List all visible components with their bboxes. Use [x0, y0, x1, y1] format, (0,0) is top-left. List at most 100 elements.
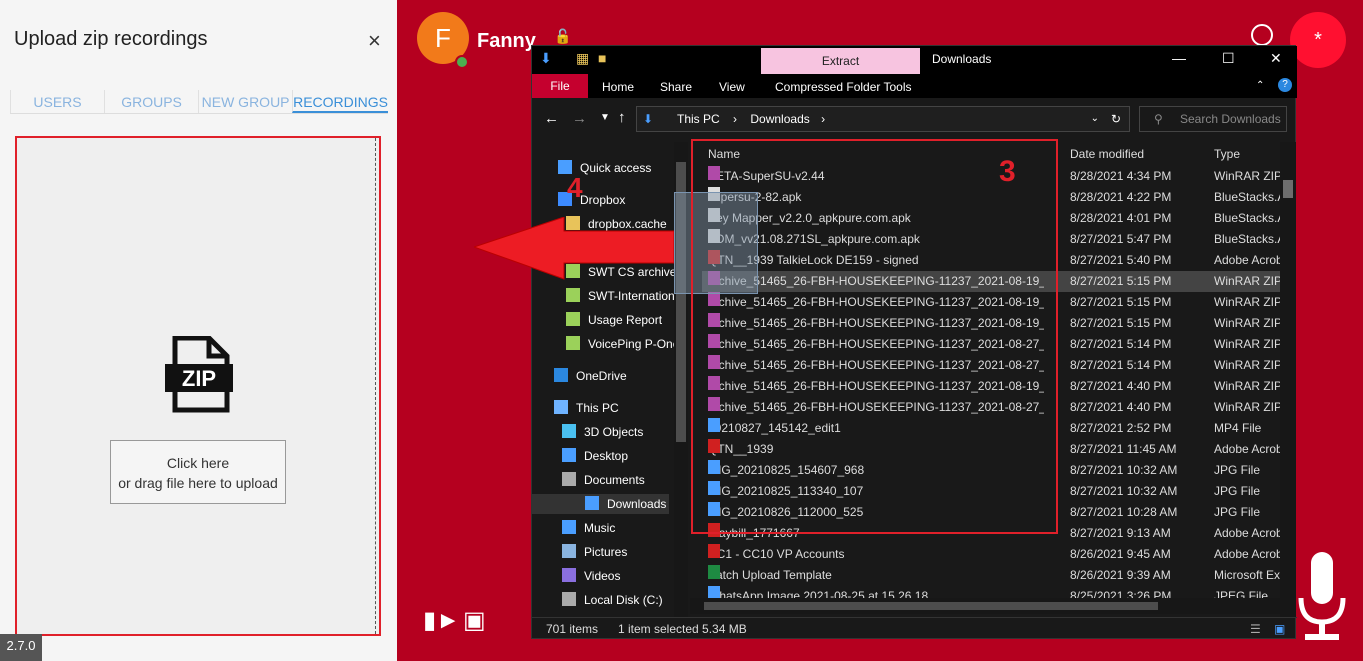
- item-count: 701 items: [546, 622, 599, 636]
- collapse-ribbon-icon[interactable]: ⌃: [1256, 80, 1264, 91]
- close-button[interactable]: ×: [368, 28, 381, 54]
- search-input[interactable]: ⚲ Search Downloads: [1139, 106, 1287, 132]
- help-icon[interactable]: ?: [1278, 78, 1292, 92]
- file-type: Adobe Acrob: [1214, 442, 1280, 456]
- file-type: WinRAR ZIP: [1214, 358, 1280, 372]
- ribbon-view[interactable]: View: [719, 80, 745, 94]
- back-arrow-icon[interactable]: ←: [544, 110, 559, 127]
- horizontal-scrollbar[interactable]: [690, 598, 1280, 614]
- tab-groups[interactable]: GROUPS: [104, 90, 198, 113]
- h-scroll-thumb[interactable]: [704, 602, 1158, 610]
- zip-icon-text: ZIP: [182, 366, 216, 391]
- forward-arrow-icon[interactable]: →: [572, 110, 587, 127]
- crumb-downloads[interactable]: Downloads: [750, 112, 809, 126]
- panel-tabs: USERS GROUPS NEW GROUP RECORDINGS: [10, 90, 388, 114]
- maximize-icon[interactable]: ☐: [1222, 50, 1235, 67]
- nav-item-local-disk-c[interactable]: Local Disk (C:): [562, 590, 674, 610]
- ribbon-compressed-tools[interactable]: Compressed Folder Tools: [775, 80, 912, 94]
- details-view-icon[interactable]: ☰: [1250, 618, 1261, 640]
- ribbon-share[interactable]: Share: [660, 80, 692, 94]
- file-date: 8/28/2021 4:01 PM: [1070, 211, 1172, 225]
- nav-item-icon: [566, 288, 580, 302]
- nav-item-onedrive[interactable]: OneDrive: [554, 366, 666, 386]
- annotation-label-3: 3: [999, 155, 1016, 188]
- nav-item-videos[interactable]: Videos: [562, 566, 674, 586]
- nav-item-this-pc[interactable]: This PC: [554, 398, 666, 418]
- new-folder-icon[interactable]: ■: [598, 50, 606, 66]
- file-scroll-thumb[interactable]: [1283, 180, 1293, 198]
- upload-button[interactable]: Click here or drag file here to upload: [110, 440, 286, 504]
- upload-drop-zone[interactable]: ZIP Click here or drag file here to uplo…: [15, 136, 381, 636]
- nav-item-pictures[interactable]: Pictures: [562, 542, 674, 562]
- nav-item-label: This PC: [576, 401, 619, 415]
- nav-item-label: Documents: [584, 473, 645, 487]
- file-type: MP4 File: [1214, 421, 1262, 435]
- file-type: Adobe Acrob: [1214, 526, 1280, 540]
- minimize-icon[interactable]: —: [1172, 50, 1186, 66]
- tab-users[interactable]: USERS: [10, 90, 104, 113]
- upload-panel: Upload zip recordings × USERS GROUPS NEW…: [0, 0, 397, 661]
- column-type[interactable]: Type: [1214, 147, 1240, 161]
- star-button[interactable]: *: [1290, 12, 1346, 68]
- file-row[interactable]: Batch Upload Template 8/26/2021 9:39 AM Mi…: [690, 565, 1280, 586]
- file-type: Adobe Acrob: [1214, 547, 1280, 561]
- lock-icon[interactable]: 🔓: [554, 28, 571, 45]
- video-camera-icon[interactable]: ▮►: [423, 606, 460, 635]
- nav-item-voiceping-p-one[interactable]: VoicePing P-One: [566, 334, 678, 354]
- address-dropdown-icon[interactable]: ⌄: [1091, 107, 1099, 131]
- address-bar: ← → ▼ ↑ ⬇ This PC › Downloads › ⌄ ↻ ⚲ Se…: [532, 102, 1297, 136]
- quick-access-toolbar-icon[interactable]: ⬇: [540, 50, 552, 67]
- explorer-titlebar: ⬇ ▦ ■ Extract Downloads — ☐ ✕: [532, 46, 1297, 74]
- tab-new-group[interactable]: NEW GROUP: [198, 90, 292, 113]
- file-list-scrollbar[interactable]: [1280, 142, 1296, 618]
- file-type: WinRAR ZIP: [1214, 400, 1280, 414]
- nav-item-label: Downloads: [607, 497, 667, 511]
- user-name: Fanny: [477, 30, 536, 52]
- file-date: 8/25/2021 3:26 PM: [1070, 589, 1172, 598]
- nav-item-label: Usage Report: [588, 313, 663, 327]
- nav-item-music[interactable]: Music: [562, 518, 674, 538]
- nav-item-label: Dropbox: [580, 193, 626, 207]
- nav-item-downloads[interactable]: Downloads: [532, 494, 669, 514]
- nav-item-label: Quick access: [580, 161, 652, 175]
- file-type: WinRAR ZIP: [1214, 316, 1280, 330]
- nav-item-label: SWT-Internation: [588, 289, 675, 303]
- ribbon-home[interactable]: Home: [602, 80, 634, 94]
- file-date: 8/27/2021 10:28 AM: [1070, 505, 1178, 519]
- nav-item-desktop[interactable]: Desktop: [562, 446, 674, 466]
- nav-item-icon: [562, 568, 576, 582]
- microphone-icon[interactable]: [1297, 548, 1347, 644]
- search-placeholder: Search Downloads: [1180, 112, 1281, 126]
- file-row[interactable]: WhatsApp Image 2021-08-25 at 15.26.18 8/2…: [690, 586, 1280, 598]
- breadcrumb[interactable]: ⬇ This PC › Downloads › ⌄ ↻: [636, 106, 1130, 132]
- nav-item-swt-internation[interactable]: SWT-Internation: [566, 286, 678, 306]
- annotation-arrow-icon: [474, 217, 674, 280]
- column-date[interactable]: Date modified: [1070, 147, 1144, 161]
- nav-item-documents[interactable]: Documents: [562, 470, 674, 490]
- file-type: BlueStacks.A: [1214, 211, 1280, 225]
- recent-chevron-icon[interactable]: ▼: [600, 112, 610, 123]
- extract-tab[interactable]: Extract: [761, 48, 920, 74]
- file-type: WinRAR ZIP: [1214, 337, 1280, 351]
- file-type: JPEG File: [1214, 589, 1269, 598]
- locate-icon[interactable]: [1251, 24, 1273, 46]
- image-icon[interactable]: ▣: [463, 606, 486, 635]
- up-arrow-icon[interactable]: ↑: [618, 109, 626, 126]
- ribbon-file[interactable]: File: [532, 74, 588, 98]
- file-type: BlueStacks.A: [1214, 232, 1280, 246]
- nav-item-3d-objects[interactable]: 3D Objects: [562, 422, 674, 442]
- nav-item-icon: [562, 472, 576, 486]
- refresh-icon[interactable]: ↻: [1111, 107, 1121, 131]
- file-type-icon: [708, 586, 720, 598]
- nav-item-usage-report[interactable]: Usage Report: [566, 310, 678, 330]
- file-row[interactable]: CC1 - CC10 VP Accounts 8/26/2021 9:45 AM A…: [690, 544, 1280, 565]
- file-date: 8/28/2021 4:22 PM: [1070, 190, 1172, 204]
- properties-icon[interactable]: ▦: [576, 50, 589, 67]
- crumb-this-pc[interactable]: This PC: [677, 112, 720, 126]
- status-bar: 701 items 1 item selected 5.34 MB ☰ ▣: [532, 617, 1297, 639]
- close-window-icon[interactable]: ✕: [1270, 50, 1282, 67]
- tab-recordings[interactable]: RECORDINGS: [292, 90, 388, 113]
- tiles-view-icon[interactable]: ▣: [1274, 618, 1285, 640]
- annotation-label-4: 4: [567, 172, 583, 203]
- file-type: Adobe Acrob: [1214, 253, 1280, 267]
